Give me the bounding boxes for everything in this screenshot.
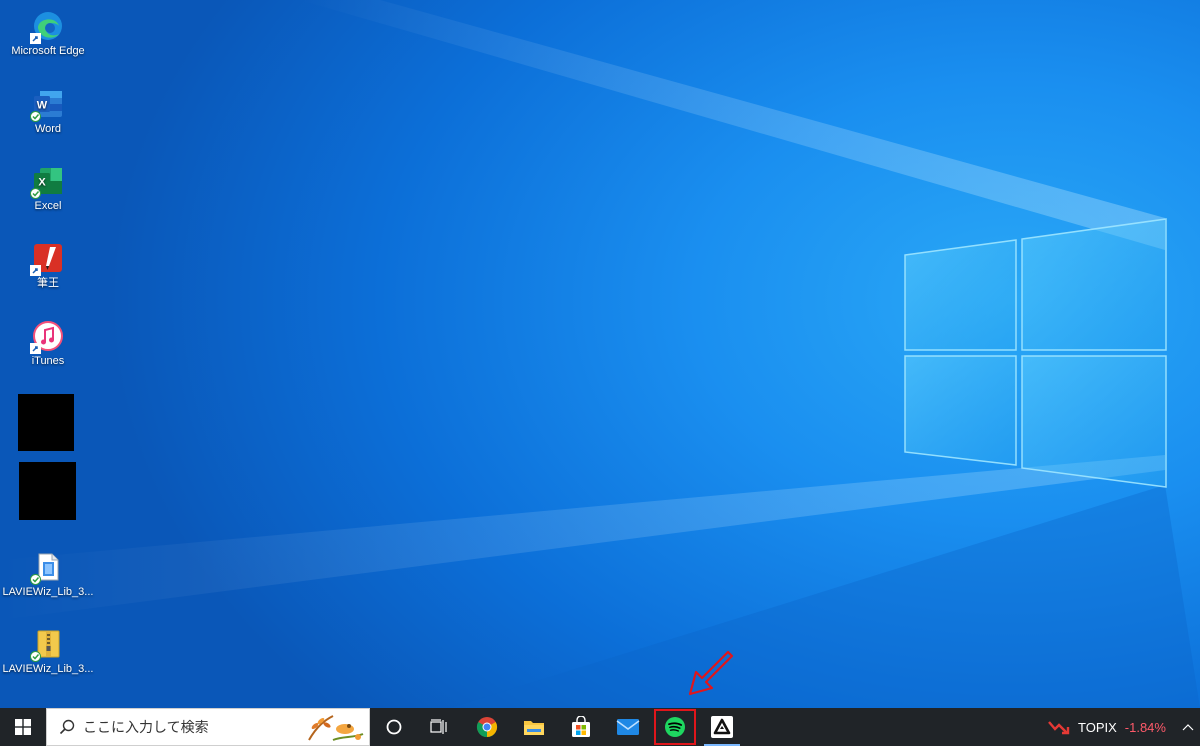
search-icon	[59, 719, 75, 735]
news-value: -1.84%	[1124, 719, 1166, 735]
file-explorer-button[interactable]	[512, 708, 556, 746]
app-button[interactable]	[700, 708, 744, 746]
svg-text:X: X	[38, 177, 46, 189]
app-icon	[711, 716, 733, 738]
desktop-icon-label: Microsoft Edge	[11, 45, 85, 57]
windows-wallpaper	[0, 0, 1200, 708]
shortcut-arrow-icon	[30, 343, 41, 354]
desktop-icon-label: LAVIEWiz_Lib_3...	[2, 586, 94, 598]
sync-check-icon	[30, 574, 41, 585]
shortcut-arrow-icon	[30, 265, 41, 276]
desktop-icon-label: iTunes	[31, 355, 65, 367]
spotify-icon	[665, 717, 685, 737]
search-placeholder: ここに入力して検索	[83, 719, 209, 735]
desktop-icon-label: 筆王	[37, 277, 59, 289]
redacted-icon	[18, 394, 74, 451]
desktop-icon-laviewiz-zip[interactable]: LAVIEWiz_Lib_3...	[0, 628, 96, 676]
desktop-icon-label: Excel	[34, 200, 62, 212]
chrome-icon	[476, 717, 498, 738]
sync-check-icon	[30, 188, 41, 199]
zip-folder-icon	[30, 628, 64, 662]
taskbar: ここに入力して検索 TOPIX -1.84%	[0, 708, 1200, 746]
windows-logo-panes	[904, 218, 1167, 488]
document-icon	[30, 551, 64, 585]
desktop-icon-word[interactable]: W Word	[0, 88, 96, 136]
fudeou-icon	[30, 242, 64, 276]
news-widget[interactable]: TOPIX -1.84%	[1048, 708, 1172, 746]
file-explorer-icon	[524, 721, 544, 735]
shortcut-arrow-icon	[30, 33, 41, 44]
stock-down-icon	[1048, 721, 1070, 735]
start-button[interactable]	[0, 708, 46, 746]
desktop-icon-laviewiz-document[interactable]: LAVIEWiz_Lib_3...	[0, 551, 96, 599]
microsoft-store-button[interactable]	[559, 708, 603, 746]
svg-text:W: W	[37, 100, 48, 112]
chevron-up-icon	[1182, 724, 1194, 731]
cortana-button[interactable]	[372, 708, 416, 746]
excel-icon: X	[30, 165, 64, 199]
cortana-icon	[386, 719, 402, 735]
edge-icon	[30, 10, 64, 44]
annotation-arrow-icon	[688, 650, 734, 696]
sync-check-icon	[30, 111, 41, 122]
task-view-button[interactable]	[417, 708, 461, 746]
desktop-icon-microsoft-edge[interactable]: Microsoft Edge	[0, 10, 96, 58]
desktop-icon-fudeou[interactable]: 筆王	[0, 242, 96, 290]
search-highlight-illustration-icon	[308, 715, 364, 741]
word-icon: W	[30, 88, 64, 122]
news-label: TOPIX	[1078, 719, 1117, 735]
mail-button[interactable]	[606, 708, 650, 746]
mail-icon	[616, 719, 640, 735]
task-view-icon	[430, 719, 447, 734]
redacted-icon	[19, 462, 76, 520]
desktop-icon-excel[interactable]: X Excel	[0, 165, 96, 213]
chrome-button[interactable]	[465, 708, 509, 746]
desktop-icon-label: Word	[34, 123, 62, 135]
microsoft-store-icon	[572, 716, 590, 737]
itunes-icon	[30, 320, 64, 354]
taskbar-search-box[interactable]: ここに入力して検索	[46, 708, 370, 746]
windows-logo-icon	[15, 719, 31, 735]
show-hidden-icons-button[interactable]	[1176, 708, 1200, 746]
spotify-button[interactable]	[654, 709, 696, 745]
desktop[interactable]: Microsoft Edge W Word X Excel 筆王 iTunes …	[0, 0, 1200, 708]
desktop-icon-itunes[interactable]: iTunes	[0, 320, 96, 368]
sync-check-icon	[30, 651, 41, 662]
desktop-icon-label: LAVIEWiz_Lib_3...	[2, 663, 94, 675]
